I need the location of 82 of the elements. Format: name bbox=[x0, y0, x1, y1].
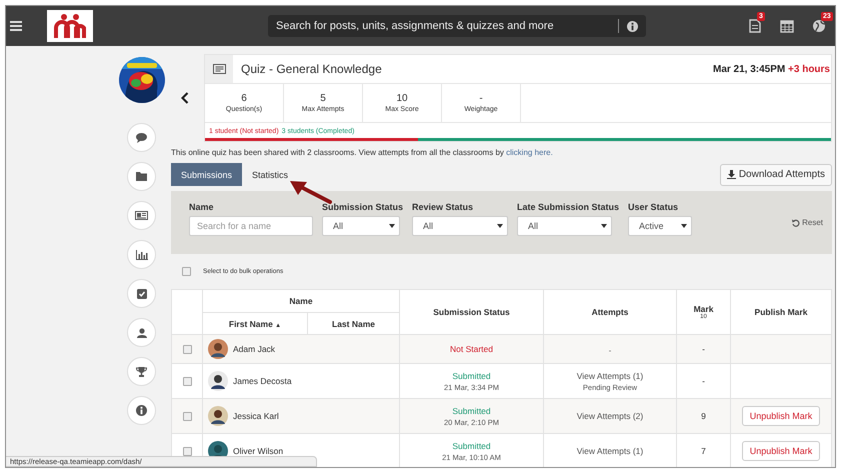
bar-chart-icon bbox=[136, 250, 148, 260]
reset-icon bbox=[792, 218, 800, 226]
mark-value: 7 bbox=[701, 446, 706, 456]
submission-status: Submitted bbox=[452, 406, 491, 416]
nav-button[interactable] bbox=[127, 318, 156, 347]
logo-icon[interactable] bbox=[47, 10, 93, 42]
stat-value: - bbox=[479, 93, 483, 104]
user-avatar-icon bbox=[208, 339, 228, 359]
filter-label: Late Submission Status bbox=[517, 202, 620, 212]
search-field[interactable]: Search for posts, units, assignments & quizzes and more bbox=[268, 15, 646, 37]
download-button[interactable]: Download Attempts bbox=[720, 164, 832, 186]
status-dropdown[interactable]: All bbox=[322, 216, 400, 236]
globe-icon[interactable] bbox=[812, 19, 826, 33]
student-name: Adam Jack bbox=[233, 344, 276, 354]
reset-button[interactable]: Reset bbox=[792, 218, 823, 227]
caret-icon bbox=[601, 224, 608, 228]
trophy-icon bbox=[136, 366, 147, 376]
nav-button[interactable] bbox=[127, 396, 156, 425]
newspaper-icon bbox=[135, 211, 148, 220]
status-dropdown[interactable]: Active bbox=[628, 216, 692, 236]
stat-value: 6 bbox=[241, 93, 247, 104]
quiz-icon bbox=[212, 64, 226, 74]
calendar-icon[interactable] bbox=[780, 19, 794, 33]
mark-value: - bbox=[702, 344, 705, 354]
view-attempts-link[interactable]: View Attempts (2) bbox=[576, 411, 644, 421]
unpublish-button[interactable]: Unpublish Mark bbox=[742, 441, 820, 461]
nav-button[interactable] bbox=[127, 201, 156, 230]
mark-value: 9 bbox=[701, 411, 706, 421]
filter-label: Submission Status bbox=[322, 202, 404, 212]
header-cell: Name bbox=[202, 290, 400, 312]
student-name: Oliver Wilson bbox=[233, 446, 284, 456]
clicking-here-link[interactable]: clicking here. bbox=[506, 148, 553, 157]
mark-value: - bbox=[702, 376, 705, 386]
nav-button[interactable] bbox=[127, 357, 156, 386]
comment-icon bbox=[136, 132, 147, 142]
submission-status: Submitted bbox=[452, 370, 491, 380]
stat-value: 10 bbox=[396, 93, 408, 104]
folder-icon bbox=[136, 172, 147, 181]
menu-icon[interactable] bbox=[10, 21, 22, 31]
name-search-field[interactable]: Search for a name bbox=[189, 216, 313, 236]
caret-icon bbox=[681, 224, 688, 228]
user-avatar-icon bbox=[208, 406, 228, 426]
arrow-annotation bbox=[288, 179, 332, 205]
filter-label: Review Status bbox=[412, 202, 474, 212]
student-name: Jessica Karl bbox=[233, 411, 279, 421]
mark-heading: Mark bbox=[692, 304, 714, 314]
caret-icon bbox=[497, 224, 504, 228]
nav-button[interactable] bbox=[127, 162, 156, 191]
info-icon bbox=[136, 405, 147, 416]
quiz-title: Quiz - General Knowledge bbox=[241, 62, 382, 76]
download-icon bbox=[726, 170, 736, 179]
stat-value: 5 bbox=[320, 93, 326, 104]
checkbox[interactable] bbox=[182, 412, 192, 420]
checkbox-icon bbox=[136, 288, 146, 298]
submission-status: Submitted bbox=[452, 440, 491, 450]
view-attempts-link[interactable]: View Attempts (1) bbox=[576, 446, 644, 456]
unpublish-button[interactable]: Unpublish Mark bbox=[742, 406, 820, 426]
info-icon[interactable] bbox=[627, 20, 638, 32]
filter-label: User Status bbox=[628, 202, 680, 212]
student-name: James Decosta bbox=[233, 376, 292, 386]
user-icon bbox=[136, 328, 146, 338]
status-dropdown[interactable]: All bbox=[412, 216, 508, 236]
status-dropdown[interactable]: All bbox=[517, 216, 612, 236]
nav-button[interactable] bbox=[127, 279, 156, 308]
submission-status: Not Started bbox=[450, 344, 493, 354]
caret-icon bbox=[389, 224, 395, 228]
checkbox[interactable] bbox=[182, 267, 191, 276]
checkbox[interactable] bbox=[182, 344, 192, 354]
header-cell: Submission Status bbox=[400, 290, 544, 334]
due-date: Mar 21, 3:45PM +3 hours bbox=[712, 64, 830, 74]
view-attempts-link[interactable]: View Attempts (1) bbox=[576, 370, 644, 380]
checkbox[interactable] bbox=[182, 376, 192, 386]
nav-button[interactable] bbox=[127, 240, 156, 269]
nav-button[interactable] bbox=[127, 123, 156, 152]
back-chevron-icon[interactable] bbox=[181, 92, 189, 104]
share-note: This online quiz has been shared with 2 classrooms. View attempts from all the classrooms by clicking here. bbox=[171, 148, 554, 157]
tab[interactable]: Submissions bbox=[171, 163, 242, 186]
tab[interactable]: Statistics bbox=[242, 163, 298, 186]
checkbox[interactable] bbox=[182, 446, 192, 456]
document-icon[interactable] bbox=[749, 19, 761, 33]
filter-label: Name bbox=[189, 202, 215, 212]
user-avatar-icon bbox=[208, 371, 228, 391]
